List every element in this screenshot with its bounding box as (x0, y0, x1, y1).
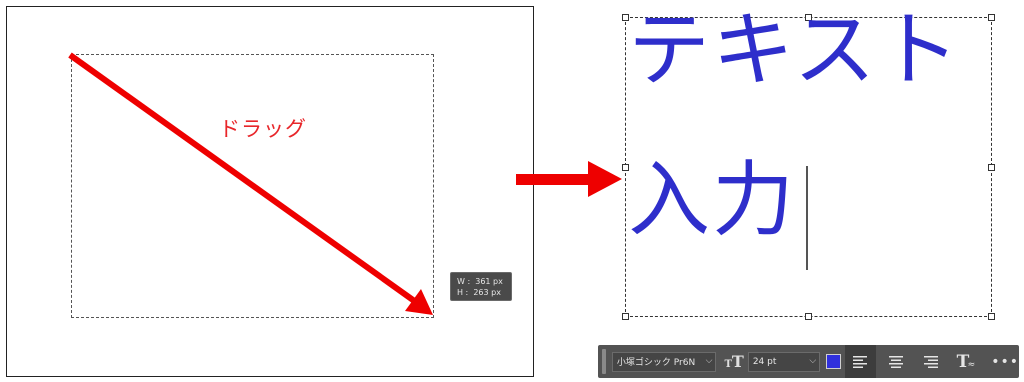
font-size-value: 24 pt (752, 356, 777, 367)
font-size-icon: TT (724, 352, 743, 371)
transition-arrow (516, 161, 622, 197)
font-family-value: 小塚ゴシック Pr6N (616, 358, 696, 368)
warp-text-button[interactable]: T ≈ (957, 352, 976, 372)
align-right-icon (923, 355, 938, 368)
text-caret (806, 166, 808, 270)
font-size-icon-large: T (731, 352, 744, 371)
handle-top-right[interactable] (988, 14, 995, 21)
chevron-down-icon: ⌵ (705, 355, 713, 366)
align-right-button[interactable] (915, 345, 946, 378)
align-left-icon (853, 355, 868, 368)
handle-bottom-right[interactable] (988, 313, 995, 320)
more-options-button[interactable]: ••• (991, 354, 1019, 370)
text-options-bar: 小塚ゴシック Pr6N ⌵ TT 24 pt ⌵ T ≈ ••• (598, 345, 1019, 378)
align-left-button[interactable] (844, 345, 877, 378)
font-family-select[interactable]: 小塚ゴシック Pr6N ⌵ (611, 351, 717, 372)
toolbar-grip[interactable] (602, 349, 606, 374)
font-size-select[interactable]: 24 pt ⌵ (747, 351, 821, 372)
handle-middle-right[interactable] (988, 164, 995, 171)
font-size-icon-small: T (724, 359, 732, 370)
warp-wave-icon: ≈ (967, 359, 976, 370)
text-line-2[interactable]: 入力 (628, 160, 796, 242)
drag-arrow (68, 52, 433, 315)
text-color-swatch[interactable] (826, 354, 841, 369)
handle-bottom-left[interactable] (622, 313, 629, 320)
chevron-down-icon: ⌵ (809, 355, 817, 366)
text-line-1[interactable]: テキスト (628, 10, 962, 92)
handle-bottom-center[interactable] (805, 313, 812, 320)
align-center-button[interactable] (880, 345, 911, 378)
align-center-icon (888, 355, 903, 368)
